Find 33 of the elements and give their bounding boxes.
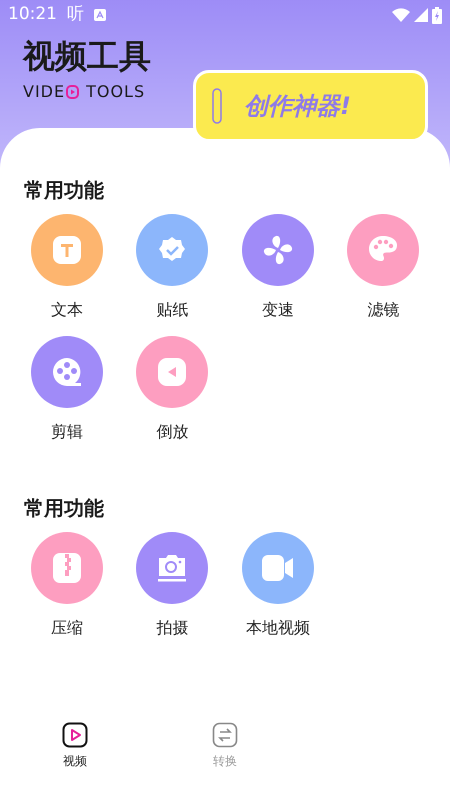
zip-file-icon xyxy=(52,552,82,584)
section-title: 常用功能 xyxy=(24,177,105,204)
video-camera-icon xyxy=(260,553,295,583)
play-back-icon xyxy=(157,357,188,387)
status-time: 10:21 xyxy=(8,3,57,26)
wifi-icon xyxy=(392,8,410,22)
play-icon xyxy=(62,722,88,748)
tool-label: 贴纸 xyxy=(156,299,188,321)
tool-label: 拍摄 xyxy=(156,617,188,639)
keyboard-icon xyxy=(94,9,106,21)
nav-tab[interactable]: 视频 xyxy=(0,722,150,770)
fan-icon xyxy=(262,234,294,266)
tool-label: 本地视频 xyxy=(246,617,310,639)
tool-label: 变速 xyxy=(262,299,294,321)
subtitle-start: VIDE xyxy=(23,81,66,103)
slogan-text: 创作神器! xyxy=(244,91,351,122)
tool-label: 滤镜 xyxy=(367,299,400,321)
paperclip-icon xyxy=(212,88,222,124)
section-title: 常用功能 xyxy=(24,495,105,522)
text-icon xyxy=(52,235,82,265)
subtitle-end: TOOLS xyxy=(86,81,146,103)
tool-label: 压缩 xyxy=(50,617,83,639)
camera-icon xyxy=(156,553,188,583)
tool-label: 剪辑 xyxy=(50,421,83,443)
tool-label: 文本 xyxy=(50,299,83,321)
play-icon xyxy=(66,85,80,99)
battery-icon xyxy=(432,6,442,24)
tool-label: 倒放 xyxy=(156,421,188,443)
app-title: 视频工具 xyxy=(23,36,152,76)
signal-icon xyxy=(414,8,428,22)
swap-icon xyxy=(212,722,238,748)
film-reel-icon xyxy=(50,356,83,388)
status-listen-glyph: 听 xyxy=(67,3,84,26)
